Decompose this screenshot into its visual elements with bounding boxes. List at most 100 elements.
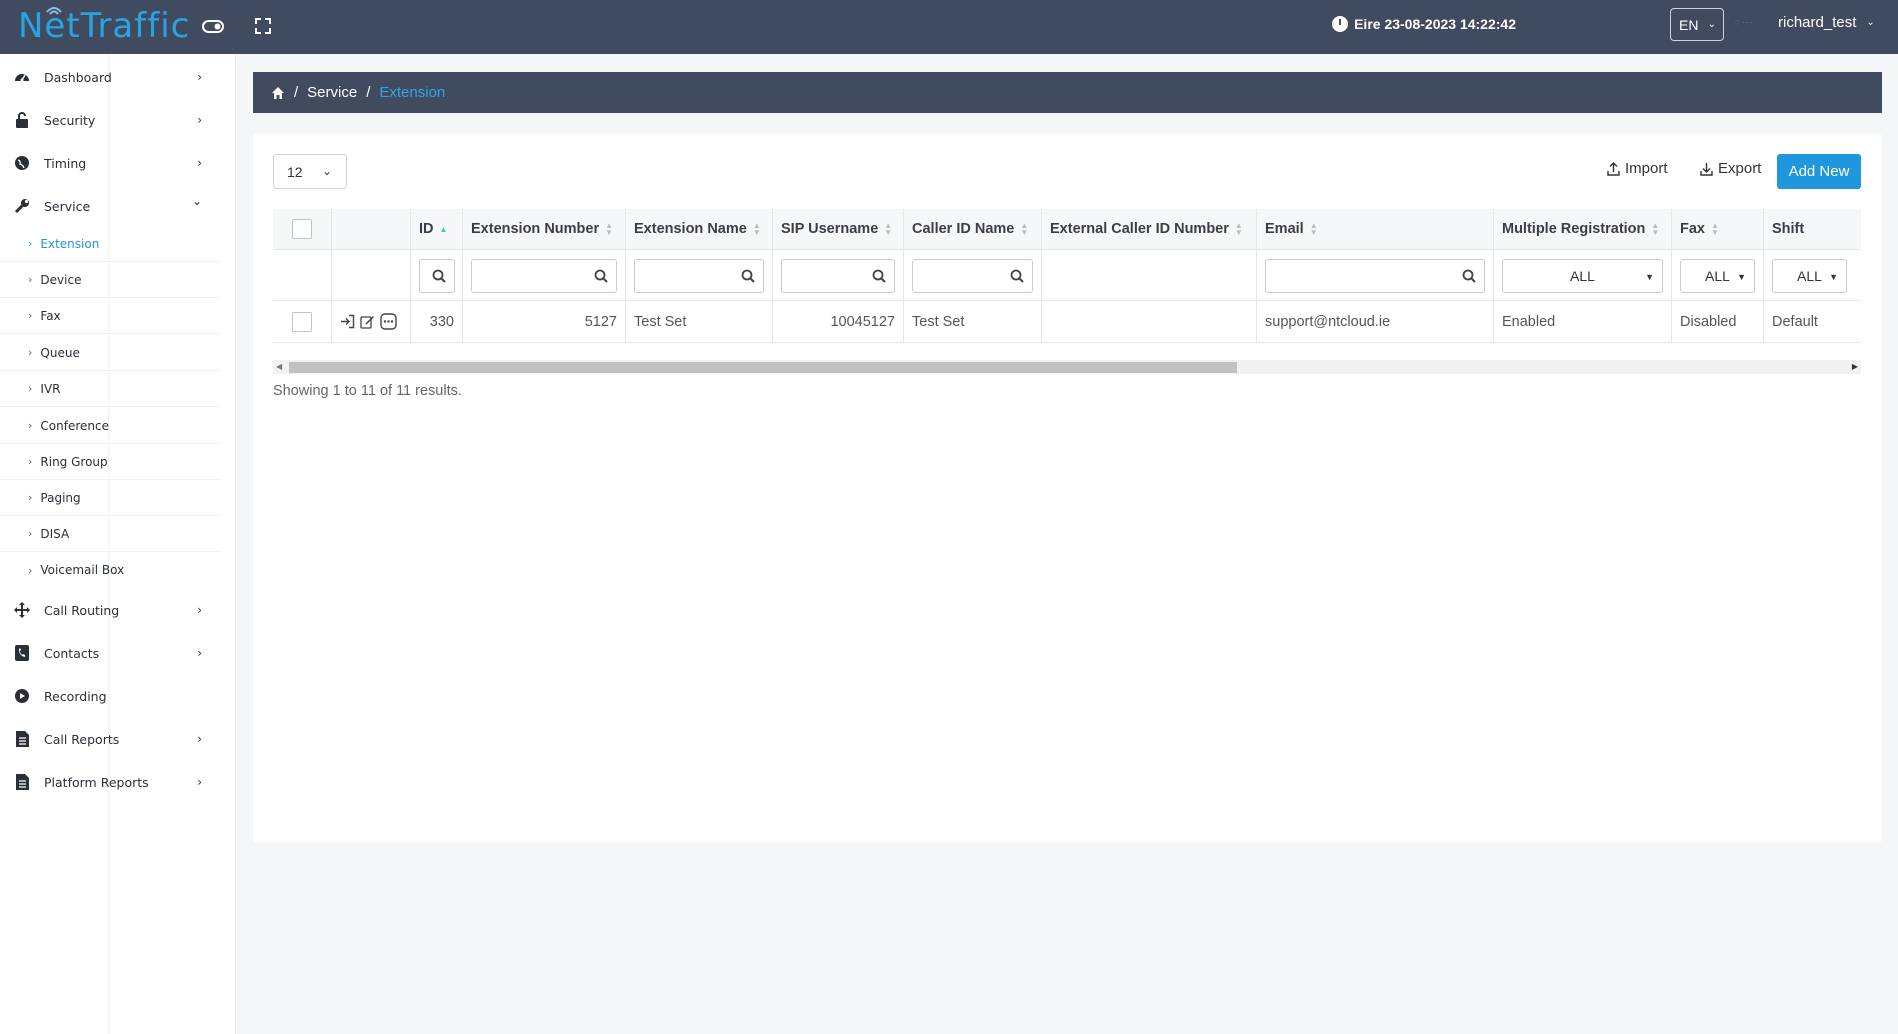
sidebar-item-platform-reports[interactable]: Platform Reports › (0, 762, 222, 802)
sidebar-item-contacts[interactable]: Contacts › (0, 633, 222, 673)
filter-shift-select[interactable]: ALL ▼ (1772, 259, 1847, 293)
sidebar-subitem-fax[interactable]: › Fax (0, 298, 222, 334)
sign-in-icon[interactable] (340, 314, 355, 329)
column-header-multiple-registration[interactable]: Multiple Registration ▲ ▼ (1494, 209, 1672, 249)
sidebar-subitem-paging[interactable]: › Paging (0, 480, 222, 516)
import-label: Import (1625, 160, 1668, 177)
extension-table: ID ▲ Extension Number ▲ ▼ Extension Name ▲ ▼ … (273, 209, 1861, 353)
filter-extension-name-input[interactable] (634, 259, 764, 293)
import-button[interactable]: Import (1607, 160, 1668, 177)
column-header-email[interactable]: Email ▲ ▼ (1257, 209, 1494, 249)
sidebar-subitem-ring-group[interactable]: › Ring Group (0, 444, 222, 480)
user-menu[interactable]: richard_test ⌄ (1778, 14, 1875, 31)
language-select[interactable]: EN ⌄ (1670, 8, 1724, 41)
sidebar: Dashboard › Security › Timing › Service … (0, 54, 236, 1034)
column-header-caller-id-name[interactable]: Caller ID Name ▲ ▼ (904, 209, 1042, 249)
column-header-label: Caller ID Name (912, 221, 1015, 237)
table-header-row: ID ▲ Extension Number ▲ ▼ Extension Name ▲ ▼ … (273, 209, 1861, 250)
column-header-shift[interactable]: Shift (1764, 209, 1861, 249)
column-header-sip-username[interactable]: SIP Username ▲ ▼ (773, 209, 904, 249)
sidebar-item-label: Conference (40, 418, 109, 433)
sidebar-item-timing[interactable]: Timing › (0, 143, 222, 183)
sort-icon: ▲ ▼ (605, 221, 614, 237)
add-new-button[interactable]: Add New (1777, 154, 1861, 189)
sidebar-item-recording[interactable]: Recording (0, 676, 222, 716)
sidebar-subitem-queue[interactable]: › Queue (0, 335, 222, 371)
cell-email: support@ntcloud.ie (1257, 301, 1494, 342)
cell-fax: Disabled (1672, 301, 1764, 342)
horizontal-scrollbar[interactable]: ◀ ▶ (273, 360, 1861, 374)
clock-icon (1332, 16, 1349, 32)
chevron-right-icon: › (28, 309, 33, 322)
sidebar-item-label: Ring Group (40, 454, 108, 469)
avatar[interactable]: ◌ ···· (1735, 18, 1765, 32)
sidebar-item-call-reports[interactable]: Call Reports › (0, 719, 222, 759)
sidebar-subitem-device[interactable]: › Device (0, 262, 222, 298)
extension-card: 12 ⌄ Import Export Add New ID ▲ Extension… (253, 134, 1882, 842)
filter-extension-number-input[interactable] (471, 259, 617, 293)
sidebar-item-label: Call Reports (44, 731, 120, 747)
page-size-value: 12 (287, 163, 303, 180)
dashboard-icon (14, 69, 30, 85)
sidebar-subitem-voicemail-box[interactable]: › Voicemail Box (0, 552, 222, 588)
sort-icon: ▲ ▼ (884, 221, 893, 237)
home-icon[interactable] (271, 86, 285, 100)
filter-cell-id (411, 250, 463, 300)
sidebar-subitem-disa[interactable]: › DISA (0, 516, 222, 552)
cell-extension-number: 5127 (463, 301, 626, 342)
column-header-id[interactable]: ID ▲ (411, 209, 463, 249)
sidebar-item-label: Extension (40, 236, 100, 251)
sort-icon: ▲ ▼ (1020, 221, 1029, 237)
sidebar-item-label: Call Routing (44, 602, 120, 618)
filter-email-input[interactable] (1265, 259, 1485, 293)
caret-down-icon: ▼ (1645, 272, 1654, 282)
filter-cell-email (1257, 250, 1494, 300)
row-checkbox[interactable] (292, 311, 312, 332)
column-header-extension-number[interactable]: Extension Number ▲ ▼ (463, 209, 626, 249)
nettraffic-logo[interactable]: NetTraffic (14, 4, 204, 52)
filter-sip-username-input[interactable] (781, 259, 895, 293)
column-header-label: Extension Name (634, 221, 747, 237)
toggle-icon[interactable] (201, 14, 225, 38)
sidebar-item-security[interactable]: Security › (0, 100, 222, 140)
row-actions (332, 301, 411, 342)
cell-external-caller-id (1042, 301, 1257, 342)
filter-id-input[interactable] (419, 259, 455, 293)
column-header-label: ID (419, 221, 434, 237)
search-icon (1010, 269, 1024, 283)
header-actions (332, 209, 411, 249)
breadcrumb-item-extension: Extension (379, 84, 446, 101)
sidebar-subitem-conference[interactable]: › Conference (0, 408, 222, 444)
sidebar-item-call-routing[interactable]: Call Routing › (0, 590, 222, 630)
sidebar-subitem-ivr[interactable]: › IVR (0, 371, 222, 407)
column-header-external-caller-id[interactable]: External Caller ID Number ▲ ▼ (1042, 209, 1257, 249)
edit-icon[interactable] (360, 314, 375, 329)
sidebar-item-label: Security (44, 112, 96, 128)
column-header-label: Extension Number (471, 221, 600, 237)
chevron-right-icon: › (197, 113, 202, 127)
sidebar-item-service[interactable]: Service ⌄ (0, 186, 222, 226)
fullscreen-icon[interactable] (251, 14, 275, 38)
sidebar-item-dashboard[interactable]: Dashboard › (0, 57, 222, 97)
filter-fax-select[interactable]: ALL ▼ (1680, 259, 1755, 293)
scroll-left-icon[interactable]: ◀ (276, 362, 282, 371)
sidebar-subitem-extension[interactable]: › Extension (0, 226, 222, 262)
column-header-extension-name[interactable]: Extension Name ▲ ▼ (626, 209, 773, 249)
table-row: 330 5127 Test Set 10045127 Test Set supp… (273, 301, 1861, 343)
filter-multiple-registration-select[interactable]: ALL ▼ (1502, 259, 1663, 293)
scrollbar-thumb[interactable] (289, 362, 1237, 373)
filter-caller-id-name-input[interactable] (912, 259, 1033, 293)
table-filter-row: ALL ▼ ALL ▼ ALL ▼ (273, 250, 1861, 301)
chevron-right-icon: › (197, 732, 202, 746)
breadcrumb-item-service[interactable]: Service (307, 84, 357, 101)
page-size-select[interactable]: 12 ⌄ (273, 154, 347, 189)
sidebar-item-label: Device (40, 272, 82, 287)
search-icon (872, 269, 886, 283)
export-button[interactable]: Export (1700, 160, 1761, 177)
chevron-right-icon: › (28, 419, 33, 432)
column-header-fax[interactable]: Fax ▲ ▼ (1672, 209, 1764, 249)
select-all-checkbox[interactable] (292, 219, 312, 239)
more-options-icon[interactable] (380, 313, 397, 330)
column-header-label: Multiple Registration (1502, 221, 1646, 237)
scroll-right-icon[interactable]: ▶ (1852, 362, 1858, 371)
